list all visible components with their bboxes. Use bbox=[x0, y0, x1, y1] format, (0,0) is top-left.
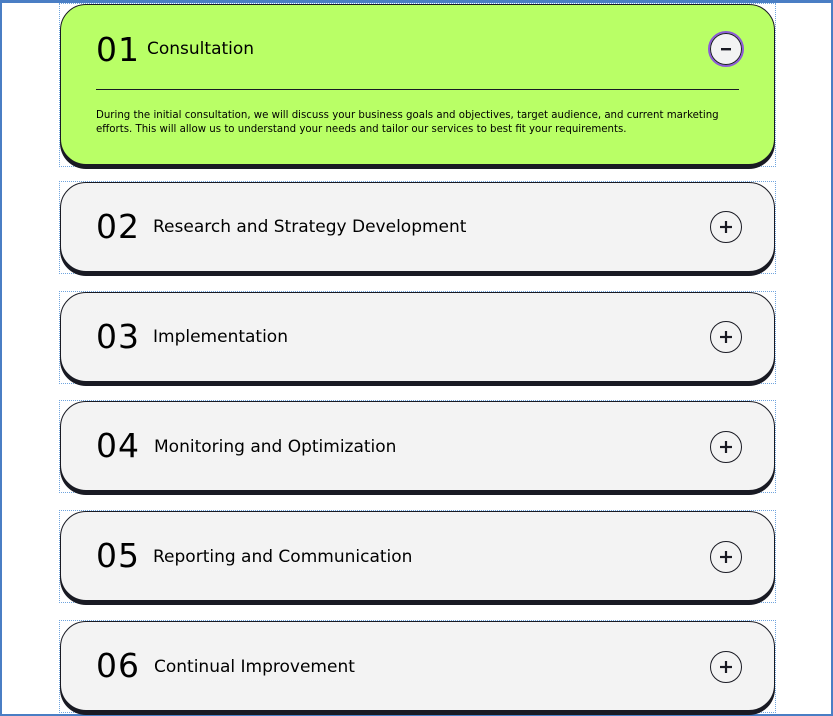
expand-toggle-button[interactable] bbox=[710, 321, 742, 353]
plus-icon bbox=[720, 331, 732, 343]
process-card-06[interactable]: 06 Continual Improvement bbox=[60, 621, 775, 711]
process-item-01: 01 Consultation During the initial consu… bbox=[59, 3, 776, 167]
process-item-02: 02 Research and Strategy Development bbox=[59, 181, 776, 274]
step-number: 06 bbox=[96, 646, 140, 685]
process-card-02[interactable]: 02 Research and Strategy Development bbox=[60, 182, 775, 272]
process-item-04: 04 Monitoring and Optimization bbox=[59, 400, 776, 493]
step-title: Implementation bbox=[153, 327, 288, 347]
step-title: Consultation bbox=[147, 39, 255, 59]
process-item-06: 06 Continual Improvement bbox=[59, 620, 776, 713]
step-number: 01 bbox=[96, 30, 140, 69]
expand-toggle-button[interactable] bbox=[710, 211, 742, 243]
expand-toggle-button[interactable] bbox=[710, 541, 742, 573]
step-title: Continual Improvement bbox=[154, 657, 355, 677]
divider bbox=[96, 89, 739, 90]
process-card-04[interactable]: 04 Monitoring and Optimization bbox=[60, 401, 775, 491]
process-item-05: 05 Reporting and Communication bbox=[59, 510, 776, 603]
process-card-03[interactable]: 03 Implementation bbox=[60, 292, 775, 382]
minus-icon bbox=[721, 48, 731, 51]
step-number: 04 bbox=[96, 426, 140, 465]
process-card-05[interactable]: 05 Reporting and Communication bbox=[60, 511, 775, 601]
step-title: Reporting and Communication bbox=[153, 547, 413, 567]
process-item-03: 03 Implementation bbox=[59, 291, 776, 384]
step-number: 05 bbox=[96, 536, 140, 575]
plus-icon bbox=[720, 441, 732, 453]
expand-toggle-button[interactable] bbox=[710, 431, 742, 463]
step-number: 03 bbox=[96, 317, 140, 356]
step-description: During the initial consultation, we will… bbox=[96, 110, 719, 135]
expand-toggle-button[interactable] bbox=[710, 651, 742, 683]
step-number: 02 bbox=[96, 207, 140, 246]
collapse-toggle-button[interactable] bbox=[708, 31, 744, 67]
plus-icon bbox=[720, 551, 732, 563]
step-title: Research and Strategy Development bbox=[153, 217, 467, 237]
process-card-01[interactable]: 01 Consultation During the initial consu… bbox=[60, 4, 775, 165]
plus-icon bbox=[720, 661, 732, 673]
plus-icon bbox=[720, 221, 732, 233]
step-title: Monitoring and Optimization bbox=[154, 437, 397, 457]
